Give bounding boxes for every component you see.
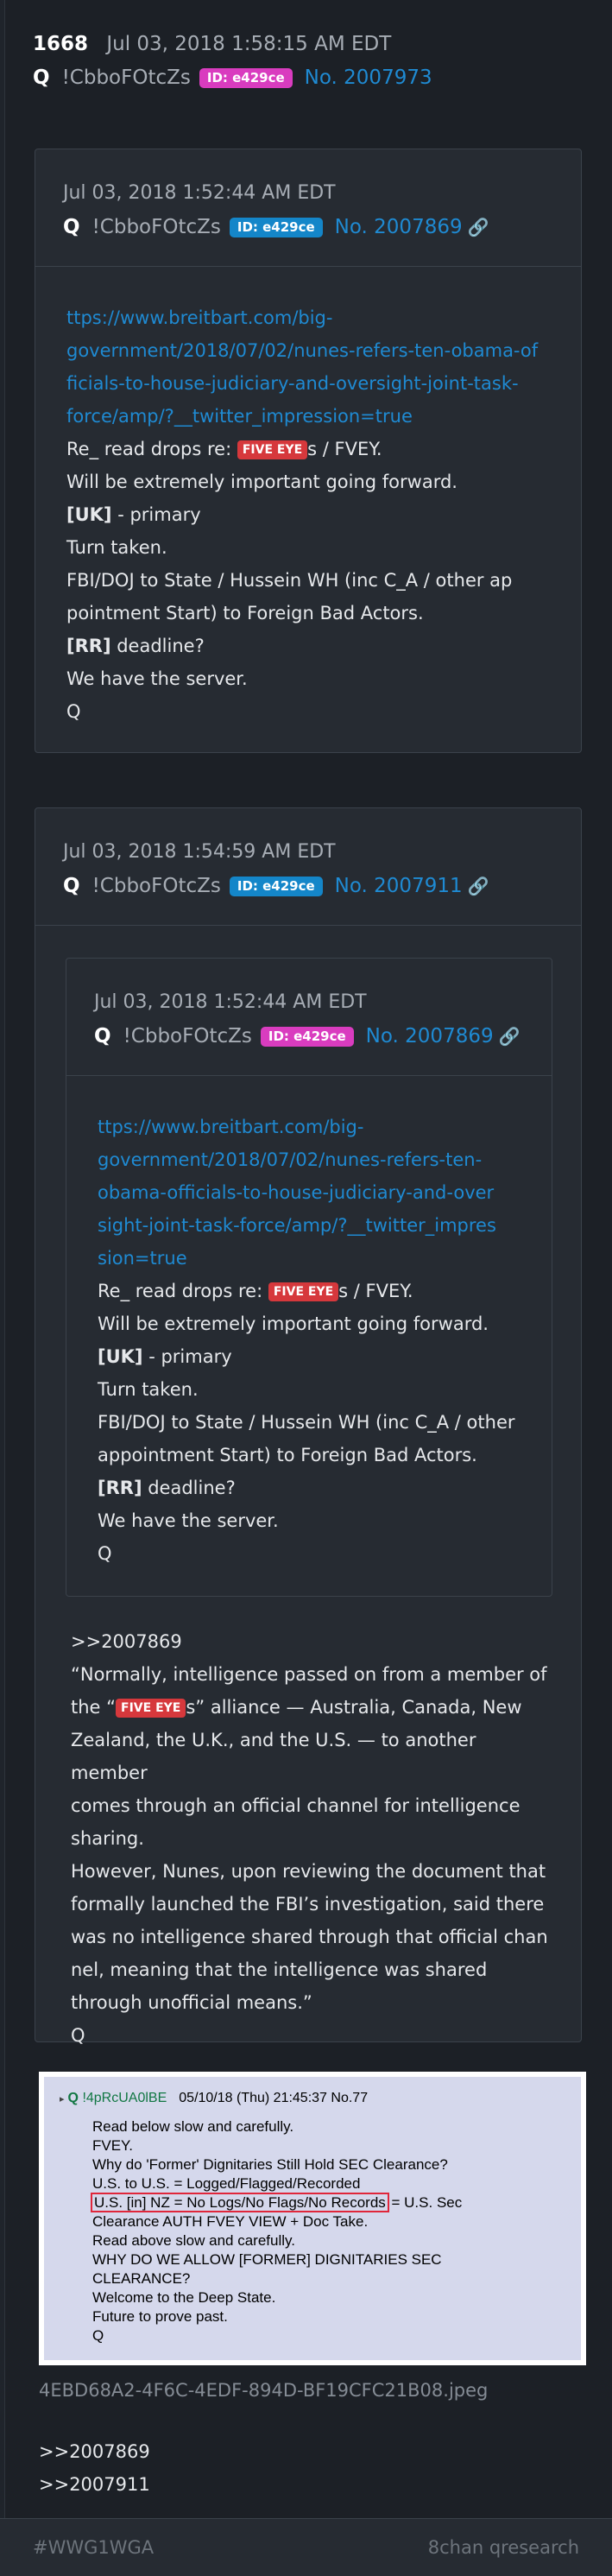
attached-image[interactable]: ▸ Q !4pRcUA0lBE 05/10/18 (Thu) 21:45:37 No… [39,2072,586,2365]
highlighted-text: U.S. [in] NZ = No Logs/No Flags/No Recor… [91,2193,389,2212]
nested-quoted-post-card: Jul 03, 2018 1:52:44 AM EDT Q !CbboFOtcZ… [66,958,552,1597]
text-line: FBI/DOJ to State / Hussein WH (inc C_A /… [66,570,513,591]
tripcode: !CbboFOtcZs [123,1025,252,1047]
quoted-post-body: ttps://www.breitbart.com/big- government… [66,1076,552,1570]
text-line: Turn taken. [98,1379,199,1400]
quoted-post-date: Jul 03, 2018 1:52:44 AM EDT [63,182,336,204]
link-icon[interactable]: 🔗 [499,1026,521,1047]
tripcode: !CbboFOtcZs [61,66,191,89]
image-post-header: ▸ Q !4pRcUA0lBE 05/10/18 (Thu) 21:45:37 No… [60,2091,369,2105]
tripcode: !CbboFOtcZs [91,875,221,897]
five-eye-tag: FIVE EYE [268,1282,339,1301]
signature: Q [98,1543,112,1564]
post-number-link[interactable]: No. 2007869 [335,216,463,238]
post-date: Jul 03, 2018 1:58:15 AM EDT [106,33,392,55]
quoted-post-header: Jul 03, 2018 1:52:44 AM EDT Q !CbboFOtcZ… [35,149,581,267]
page: 1668 Jul 03, 2018 1:58:15 AM EDT Q !Cbbo… [0,0,612,2576]
text-line: comes through an official channel for in… [71,1795,521,1816]
hashtag: #WWG1WGA [33,2537,155,2558]
quoted-post-date: Jul 03, 2018 1:54:59 AM EDT [63,841,336,863]
text-line: Turn taken. [66,537,167,558]
quote-text: >>2007869 “Normally, intelligence passed… [71,1625,554,2052]
link-icon[interactable]: 🔗 [468,876,489,896]
five-eye-tag: FIVE EYE [237,440,308,459]
reply-link[interactable]: >>2007911 [39,2468,150,2501]
tripcode: !CbboFOtcZs [91,216,221,238]
post-number-link[interactable]: No. 2007973 [305,66,432,89]
text-line: [UK] - primary [66,504,201,525]
article-link[interactable]: ttps://www.breitbart.com/big- government… [66,301,550,433]
text-line: We have the server. [66,668,248,689]
text-line: Re_ read drops re: FIVE EYE s / FVEY. [98,1281,413,1301]
text-line: appointment Start) to Foreign Bad Actors… [98,1445,477,1465]
author-name: Q [63,216,80,238]
text-line: However, Nunes, upon reviewing the docum… [71,1861,546,1882]
signature: Q [66,701,81,722]
text-line: the “FIVE EYE s” alliance — Australia, Ca… [71,1697,522,1718]
text-line: “Normally, intelligence passed on from a… [71,1664,547,1685]
reply-link[interactable]: >>2007869 [39,2435,150,2468]
text-line: [RR] deadline? [98,1478,236,1498]
author-name: Q [94,1025,111,1047]
reply-link[interactable]: >>2007869 [71,1625,554,1658]
author-name: Q [63,875,80,897]
article-link[interactable]: ttps://www.breitbart.com/big- government… [98,1111,521,1275]
author-name: Q [33,66,50,89]
quoted-post-body: ttps://www.breitbart.com/big- government… [35,267,581,728]
text-line: [UK] - primary [98,1346,232,1367]
post-number: 1668 [33,33,89,55]
text-line: formally launched the FBI’s investigatio… [71,1894,545,1915]
text-line: sharing. [71,1828,144,1849]
id-badge[interactable]: ID: e429ce [260,1026,354,1047]
source-label: 8chan qresearch [427,2537,579,2558]
text-line: pointment Start) to Foreign Bad Actors. [66,603,424,623]
id-badge[interactable]: ID: e429ce [229,876,323,896]
text-line: Re_ read drops re: FIVE EYE s / FVEY. [66,439,382,459]
post-number-link[interactable]: No. 2007911 [335,875,463,897]
image-post-body: Read below slow and carefully. FVEY. Why… [91,2118,463,2344]
post-footer: #WWG1WGA 8chan qresearch [0,2518,612,2576]
text-line: [RR] deadline? [66,636,205,656]
quoted-post-header: Jul 03, 2018 1:52:44 AM EDT Q !CbboFOtcZ… [66,959,552,1076]
text-line: Will be extremely important going forwar… [66,472,457,492]
post-number-link[interactable]: No. 2007869 [366,1025,494,1047]
quoted-post-date: Jul 03, 2018 1:52:44 AM EDT [94,991,367,1013]
post-header: 1668 Jul 03, 2018 1:58:15 AM EDT Q !Cbbo… [5,0,612,93]
quoted-post-card: Jul 03, 2018 1:52:44 AM EDT Q !CbboFOtcZ… [35,149,582,753]
text-line: Zealand, the U.K., and the U.S. — to ano… [71,1730,476,1783]
reply-links: >>2007869 >>2007911 [39,2435,150,2501]
screenshot-of-old-post: ▸ Q !4pRcUA0lBE 05/10/18 (Thu) 21:45:37 No… [44,2077,581,2360]
text-line: was no intelligence shared through that … [71,1927,548,1947]
id-badge[interactable]: ID: e429ce [229,217,323,237]
five-eye-tag: FIVE EYE [116,1699,186,1718]
text-line: Will be extremely important going forwar… [98,1313,489,1334]
signature: Q [71,2025,85,2046]
text-line: through unofficial means.” [71,1992,312,2013]
link-icon[interactable]: 🔗 [468,217,489,237]
text-line: FBI/DOJ to State / Hussein WH (inc C_A /… [98,1412,515,1433]
text-line: We have the server. [98,1510,279,1531]
text-line: nel, meaning that the intelligence was s… [71,1959,488,1980]
q-post: 1668 Jul 03, 2018 1:58:15 AM EDT Q !Cbbo… [4,0,612,2518]
quoted-post-header: Jul 03, 2018 1:54:59 AM EDT Q !CbboFOtcZ… [35,808,581,926]
id-badge[interactable]: ID: e429ce [199,67,293,88]
image-filename[interactable]: 4EBD68A2-4F6C-4EDF-894D-BF19CFC21B08.jpe… [39,2380,488,2401]
